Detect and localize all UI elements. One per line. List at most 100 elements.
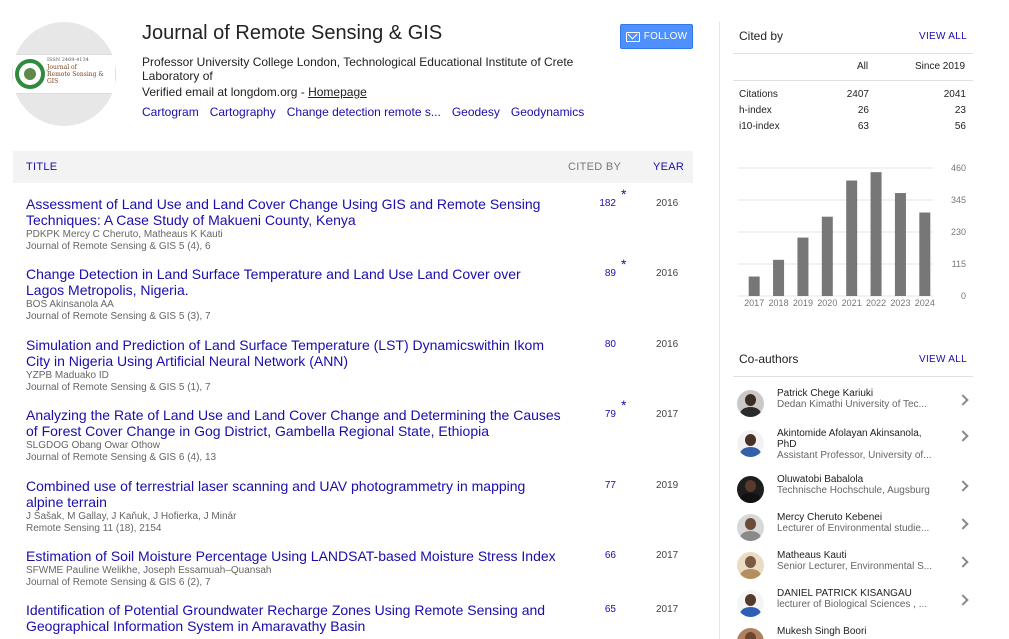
citations-bar-chart: 460 345 230 115 0 2017 2018 2019 2020 2021 2022 202… <box>738 163 966 308</box>
coauthor-affiliation: Lecturer of Environmental studie... <box>777 523 930 534</box>
coauthor-item[interactable]: Mukesh Singh Boori <box>737 626 973 639</box>
journal-logo-emblem-icon <box>15 59 45 89</box>
cited-count-link[interactable]: 89 <box>586 266 616 282</box>
chart-y-tick-label: 460 <box>951 163 966 173</box>
interest-link[interactable]: Cartogram <box>142 105 199 119</box>
article-title-link[interactable]: Assessment of Land Use and Land Cover Ch… <box>26 196 561 228</box>
column-cited-by-header[interactable]: CITED BY <box>568 161 621 173</box>
article-year: 2016 <box>656 268 679 279</box>
chart-bar-2024[interactable] <box>919 212 931 296</box>
chevron-right-icon[interactable] <box>957 394 969 406</box>
chart-x-tick-label: 2019 <box>793 298 813 308</box>
article-venue: Remote Sensing 11 (18), 2154 <box>26 523 162 534</box>
chart-bar-2017[interactable] <box>748 276 760 296</box>
table-row: Identification of Potential Groundwater … <box>26 602 693 635</box>
cited-count-link[interactable]: 65 <box>586 602 616 618</box>
chart-bar-2020[interactable] <box>821 216 833 296</box>
column-divider <box>719 22 720 639</box>
coauthor-name[interactable]: Mukesh Singh Boori <box>777 626 942 637</box>
stats-col-all: All <box>857 61 869 72</box>
stat-since-h-index: 23 <box>954 105 966 116</box>
coauthor-text: Mercy Cheruto Kebenei Lecturer of Environ… <box>777 512 942 534</box>
table-row: Assessment of Land Use and Land Cover Ch… <box>26 186 693 253</box>
profile-avatar: ISSN 2469-4134 Journal of Remote Sensing… <box>12 22 116 126</box>
table-row: Change Detection in Land Surface Tempera… <box>26 256 693 323</box>
coauthor-avatar <box>737 628 764 639</box>
coauthor-item[interactable]: Akintomide Afolayan Akinsanola, PhD Assis… <box>737 428 973 461</box>
column-year-header[interactable]: YEAR <box>653 161 684 173</box>
profile-name: Journal of Remote Sensing & GIS <box>142 22 443 44</box>
cited-count-link[interactable]: 66 <box>586 548 616 564</box>
coauthor-avatar <box>737 390 764 417</box>
article-year: 2017 <box>656 409 679 420</box>
chart-bar-2022[interactable] <box>870 172 882 296</box>
coauthor-item[interactable]: DANIEL PATRICK KISANGAU lecturer of Biolo… <box>737 588 973 620</box>
cited-by-view-all-link[interactable]: VIEW ALL <box>919 31 967 42</box>
chart-y-tick-label: 230 <box>951 227 966 237</box>
article-venue: Journal of Remote Sensing & GIS 5 (3), 7 <box>26 311 211 322</box>
coauthor-item[interactable]: Oluwatobi Babalola Technische Hochschule,… <box>737 474 973 506</box>
coauthor-avatar <box>737 476 764 503</box>
chevron-right-icon[interactable] <box>957 480 969 492</box>
chart-bar-2019[interactable] <box>797 237 809 296</box>
article-year: 2019 <box>656 480 679 491</box>
chart-bar-2023[interactable] <box>894 193 906 296</box>
coauthor-name[interactable]: Matheaus Kauti <box>777 550 942 561</box>
coauthor-text: DANIEL PATRICK KISANGAU lecturer of Biolo… <box>777 588 942 610</box>
coauthor-name[interactable]: Mercy Cheruto Kebenei <box>777 512 942 523</box>
article-authors: YZPB Maduako ID <box>26 370 109 381</box>
coauthor-name[interactable]: Patrick Chege Kariuki <box>777 388 942 399</box>
chevron-right-icon[interactable] <box>957 430 969 442</box>
cited-count-link[interactable]: 182 <box>586 196 616 212</box>
interest-link[interactable]: Change detection remote s... <box>287 105 441 119</box>
article-title-link[interactable]: Simulation and Prediction of Land Surfac… <box>26 337 561 369</box>
divider <box>733 53 973 54</box>
cited-count-link[interactable]: 79 <box>586 407 616 423</box>
coauthor-text: Mukesh Singh Boori <box>777 626 942 637</box>
profile-affiliation: Professor University College London, Tec… <box>142 55 574 83</box>
coauthors-title: Co-authors <box>739 352 799 366</box>
article-title-link[interactable]: Analyzing the Rate of Land Use and Land … <box>26 407 561 439</box>
article-venue: Journal of Remote Sensing & GIS 6 (4), 1… <box>26 452 217 463</box>
cited-count-link[interactable]: 80 <box>586 337 616 353</box>
article-title-link[interactable]: Combined use of terrestrial laser scanni… <box>26 478 561 510</box>
chevron-right-icon[interactable] <box>957 518 969 530</box>
article-title-link[interactable]: Identification of Potential Groundwater … <box>26 602 561 634</box>
column-title-header[interactable]: TITLE <box>26 161 57 173</box>
chevron-right-icon[interactable] <box>957 594 969 606</box>
merged-citation-star: * <box>621 256 627 272</box>
homepage-link[interactable]: Homepage <box>308 85 367 99</box>
interest-link[interactable]: Geodesy <box>452 105 500 119</box>
coauthor-avatar <box>737 430 764 457</box>
chart-y-tick-label: 0 <box>961 291 966 301</box>
coauthor-item[interactable]: Mercy Cheruto Kebenei Lecturer of Environ… <box>737 512 973 544</box>
stat-label-h-index: h-index <box>739 105 772 116</box>
article-title-link[interactable]: Estimation of Soil Moisture Percentage U… <box>26 548 561 564</box>
chevron-right-icon[interactable] <box>957 556 969 568</box>
coauthor-affiliation: Dedan Kimathi University of Tec... <box>777 399 927 410</box>
table-row: Estimation of Soil Moisture Percentage U… <box>26 548 693 589</box>
coauthor-name[interactable]: DANIEL PATRICK KISANGAU <box>777 588 942 599</box>
article-authors: SLGDOG Obang Owar Othow <box>26 440 160 451</box>
interest-link[interactable]: Cartography <box>210 105 276 119</box>
article-authors: SFWME Pauline Welikhe, Joseph Essamuah–Q… <box>26 565 272 576</box>
coauthor-name[interactable]: Oluwatobi Babalola <box>777 474 942 485</box>
chart-y-tick-label: 345 <box>951 195 966 205</box>
coauthors-view-all-link[interactable]: VIEW ALL <box>919 354 967 365</box>
logo-line: Remote Sensing & <box>47 71 104 78</box>
article-title-link[interactable]: Change Detection in Land Surface Tempera… <box>26 266 561 298</box>
cited-count-link[interactable]: 77 <box>586 478 616 494</box>
follow-button[interactable]: FOLLOW <box>620 24 693 49</box>
stat-label-citations: Citations <box>739 89 778 100</box>
stat-all-citations: 2407 <box>846 89 869 100</box>
article-year: 2016 <box>656 198 679 209</box>
coauthor-item[interactable]: Patrick Chege Kariuki Dedan Kimathi Unive… <box>737 388 973 420</box>
coauthor-item[interactable]: Matheaus Kauti Senior Lecturer, Environme… <box>737 550 973 582</box>
chart-bar-2018[interactable] <box>773 259 785 296</box>
coauthor-avatar <box>737 590 764 617</box>
coauthor-name[interactable]: Akintomide Afolayan Akinsanola, PhD <box>777 428 942 450</box>
interest-link[interactable]: Geodynamics <box>511 105 584 119</box>
chart-bar-2021[interactable] <box>846 180 858 296</box>
coauthor-avatar <box>737 514 764 541</box>
article-venue: Journal of Remote Sensing & GIS 6 (2), 7 <box>26 577 211 588</box>
